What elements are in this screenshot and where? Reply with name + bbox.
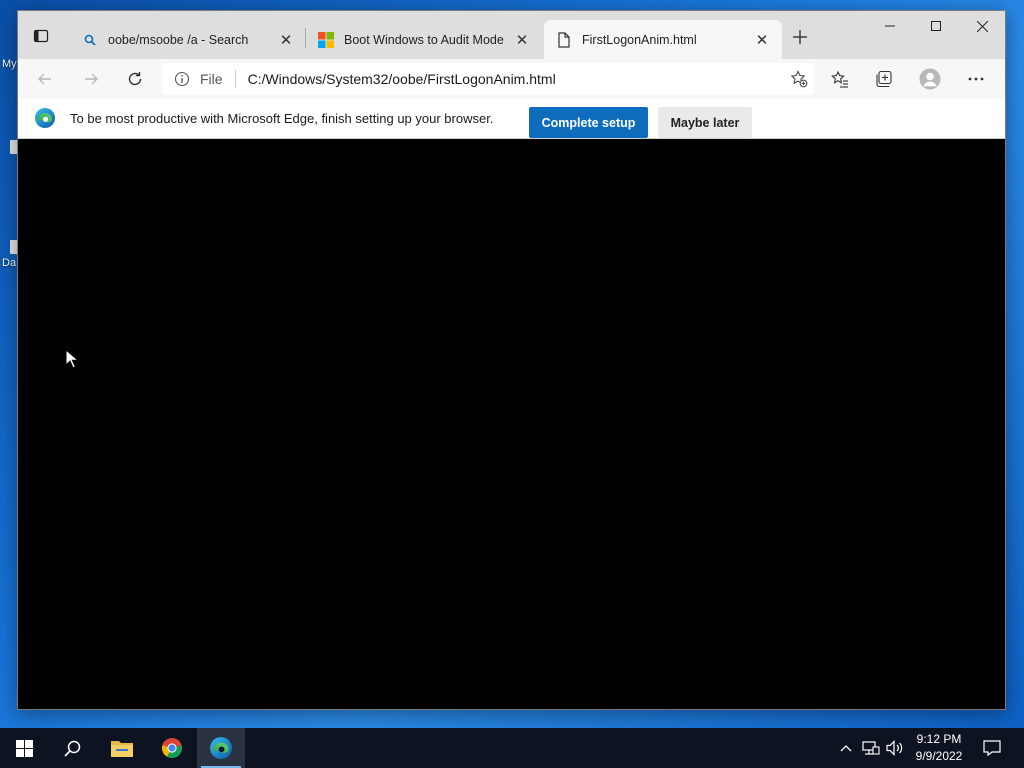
maximize-icon (931, 21, 941, 31)
tab-firstlogonanim[interactable]: FirstLogonAnim.html ✕ (544, 20, 782, 59)
edge-taskbar-button[interactable] (197, 728, 245, 768)
chrome-icon (161, 738, 183, 759)
search-icon (63, 740, 80, 757)
star-add-icon (790, 70, 808, 88)
tab-title: Boot Windows to Audit Mode or (344, 32, 506, 47)
tab-close-button[interactable]: ✕ (276, 30, 296, 50)
favorites-button[interactable] (822, 65, 858, 93)
collections-button[interactable] (866, 65, 902, 93)
refresh-icon (128, 72, 142, 86)
edge-logo-icon (35, 108, 55, 128)
forward-button[interactable] (76, 65, 106, 93)
plus-icon (793, 30, 807, 44)
site-info-icon[interactable] (174, 71, 196, 87)
show-hidden-icons-button[interactable] (836, 728, 856, 768)
volume-button[interactable] (884, 728, 906, 768)
favorites-icon (831, 70, 848, 88)
address-scheme-label: File (200, 71, 223, 87)
complete-setup-button[interactable]: Complete setup (529, 107, 648, 138)
clock-time: 9:12 PM (916, 732, 962, 746)
edge-icon (210, 737, 232, 759)
file-explorer-taskbar-button[interactable] (98, 728, 146, 768)
forward-arrow-icon (85, 73, 98, 85)
collections-icon (876, 70, 892, 88)
speaker-icon (886, 740, 903, 756)
new-tab-button[interactable] (786, 25, 814, 49)
network-button[interactable] (860, 728, 882, 768)
desktop-icon-label[interactable]: Da (2, 257, 16, 269)
tab-close-button[interactable]: ✕ (512, 30, 532, 50)
desktop: My Da (0, 0, 18, 728)
avatar-icon (919, 68, 941, 90)
tab-boot-windows[interactable]: Boot Windows to Audit Mode or ✕ (306, 20, 542, 59)
add-favorite-button[interactable] (784, 70, 814, 88)
desktop-icon-label[interactable]: My (2, 58, 17, 70)
mouse-cursor-icon (65, 349, 79, 369)
file-icon (556, 31, 572, 48)
minimize-icon (885, 25, 895, 27)
tab-actions-icon (33, 29, 49, 43)
taskbar-search-button[interactable] (48, 728, 96, 768)
microsoft-logo-icon (318, 31, 334, 48)
address-divider (234, 70, 236, 88)
chrome-taskbar-button[interactable] (148, 728, 196, 768)
tab-search[interactable]: oobe/msoobe /a - Search ✕ (70, 20, 306, 59)
tab-close-button[interactable]: ✕ (752, 30, 772, 50)
maybe-later-button[interactable]: Maybe later (658, 107, 752, 138)
more-dots-icon (968, 77, 984, 81)
tab-actions-button[interactable] (24, 23, 58, 49)
page-content-area[interactable] (18, 139, 1005, 709)
file-explorer-icon (111, 741, 133, 757)
notification-icon (983, 740, 1001, 756)
taskbar: 9:12 PM 9/9/2022 (0, 728, 1024, 768)
action-center-button[interactable] (978, 728, 1006, 768)
infobar-message: To be most productive with Microsoft Edg… (70, 111, 494, 126)
window-controls (867, 11, 1005, 41)
close-window-button[interactable] (959, 11, 1005, 41)
maximize-button[interactable] (913, 11, 959, 41)
clock-date: 9/9/2022 (915, 749, 963, 763)
setup-infobar: To be most productive with Microsoft Edg… (18, 99, 1005, 139)
tab-title: oobe/msoobe /a - Search (108, 32, 249, 47)
profile-button[interactable] (912, 65, 948, 93)
address-bar[interactable]: File C:/Windows/System32/oobe/FirstLogon… (162, 63, 814, 95)
start-button[interactable] (0, 728, 48, 768)
windows-start-icon (15, 739, 33, 757)
edge-browser-window: oobe/msoobe /a - Search ✕ Boot Windows t… (17, 10, 1006, 710)
tab-strip: oobe/msoobe /a - Search ✕ Boot Windows t… (18, 11, 1005, 59)
back-button[interactable] (30, 65, 60, 93)
taskbar-clock[interactable]: 9:12 PM 9/9/2022 (908, 731, 970, 765)
minimize-button[interactable] (867, 11, 913, 41)
network-icon (862, 741, 880, 755)
close-icon (976, 20, 988, 32)
chevron-up-icon (840, 745, 852, 752)
address-url[interactable]: C:/Windows/System32/oobe/FirstLogonAnim.… (248, 71, 784, 87)
search-icon (82, 32, 98, 48)
refresh-button[interactable] (120, 65, 150, 93)
tab-title: FirstLogonAnim.html (582, 32, 697, 47)
back-arrow-icon (38, 73, 51, 85)
navigation-toolbar: File C:/Windows/System32/oobe/FirstLogon… (18, 59, 1005, 99)
settings-more-button[interactable] (958, 65, 994, 93)
